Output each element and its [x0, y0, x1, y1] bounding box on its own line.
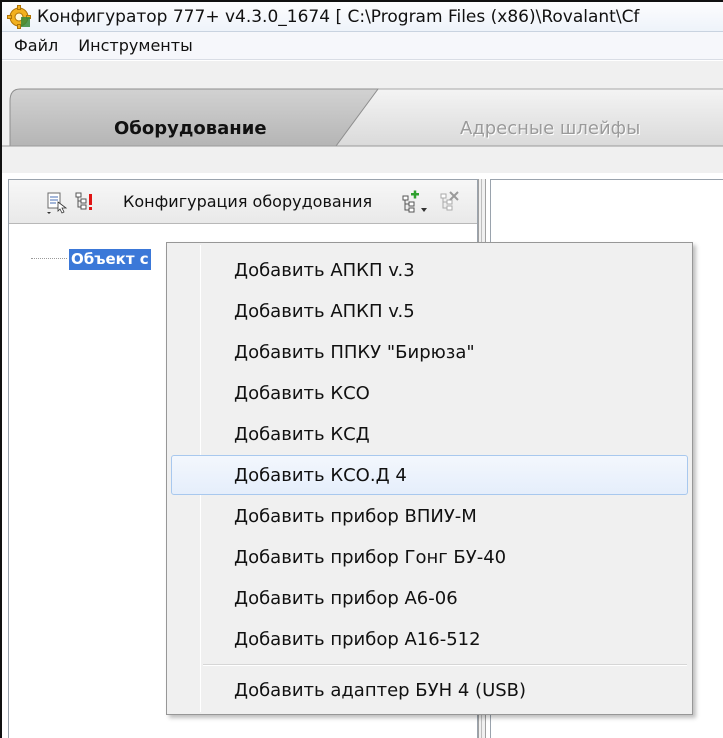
menu-item-add-a16-512[interactable]: Добавить прибор А16-512: [171, 619, 688, 659]
tree-root-node[interactable]: Объект с: [69, 249, 151, 270]
menu-item-add-ppku-biryuza[interactable]: Добавить ППКУ "Бирюза": [171, 332, 688, 372]
delete-device-icon[interactable]: [437, 190, 461, 214]
menu-item-add-kso[interactable]: Добавить КСО: [171, 373, 688, 413]
gear-app-icon: [7, 4, 31, 29]
tree-error-icon[interactable]: [73, 190, 97, 214]
tree-connector: [31, 258, 67, 259]
tab-equipment[interactable]: Оборудование: [114, 118, 267, 139]
menu-item-add-vpiu-m[interactable]: Добавить прибор ВПИУ-М: [171, 496, 688, 536]
menu-tools[interactable]: Инструменты: [68, 36, 203, 55]
tree-toolbar: Конфигурация оборудования: [9, 180, 477, 224]
menu-bar: Файл Инструменты: [2, 32, 723, 60]
menu-file[interactable]: Файл: [2, 36, 68, 55]
tab-address-loops[interactable]: Адресные шлейфы: [460, 118, 640, 139]
window-title: Конфигуратор 777+ v4.3.0_1674 [ C:\Progr…: [37, 6, 640, 27]
menu-item-add-apkp-v3[interactable]: Добавить АПКП v.3: [171, 250, 688, 290]
menu-separator: [203, 664, 687, 666]
menu-item-add-bun4-usb[interactable]: Добавить адаптер БУН 4 (USB): [171, 670, 688, 710]
add-device-context-menu: Добавить АПКП v.3 Добавить АПКП v.5 Доба…: [166, 242, 693, 715]
title-bar[interactable]: Конфигуратор 777+ v4.3.0_1674 [ C:\Progr…: [2, 2, 723, 32]
menu-item-add-ksd[interactable]: Добавить КСД: [171, 414, 688, 454]
menu-item-add-apkp-v5[interactable]: Добавить АПКП v.5: [171, 291, 688, 331]
tab-shapes: [2, 88, 723, 147]
add-device-dropdown-icon[interactable]: [399, 190, 429, 214]
properties-icon[interactable]: [45, 190, 69, 214]
tab-strip: Оборудование Адресные шлейфы: [2, 61, 723, 173]
toolbar-title: Конфигурация оборудования: [123, 192, 373, 211]
menu-item-add-a6-06[interactable]: Добавить прибор А6-06: [171, 578, 688, 618]
app-window: Конфигуратор 777+ v4.3.0_1674 [ C:\Progr…: [0, 0, 723, 738]
menu-item-add-kso-d4[interactable]: Добавить КСО.Д 4: [171, 455, 688, 495]
menu-item-add-gong-bu40[interactable]: Добавить прибор Гонг БУ-40: [171, 537, 688, 577]
